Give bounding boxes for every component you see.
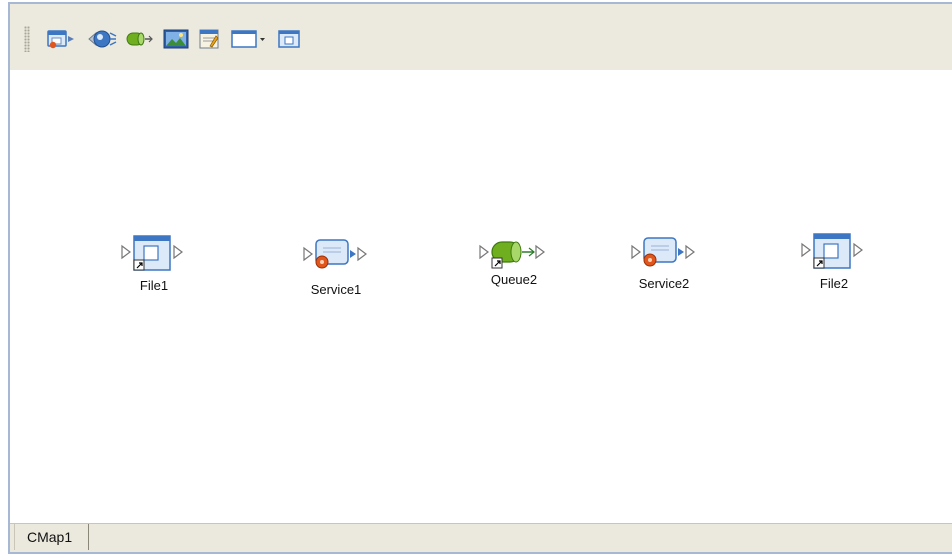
file-icon <box>801 233 863 269</box>
component-label: File2 <box>819 276 849 291</box>
service-icon <box>631 237 695 267</box>
service-icon <box>88 30 117 48</box>
component-queue2[interactable]: Queue2 <box>474 234 554 287</box>
window-icon <box>278 30 300 48</box>
tab-cmap1[interactable]: CMap1 <box>14 524 90 550</box>
notes-button[interactable] <box>196 28 222 50</box>
queue-button[interactable] <box>124 28 154 50</box>
queue-icon <box>126 32 153 46</box>
editor-tab-bar: CMap1 <box>10 523 952 552</box>
component-file2[interactable]: File2 <box>794 230 874 291</box>
notes-icon <box>199 29 219 49</box>
image-icon <box>163 29 189 49</box>
component-service2[interactable]: Service2 <box>624 234 704 291</box>
file-icon <box>121 235 183 271</box>
component-label: Service2 <box>638 276 690 291</box>
component-label: Service1 <box>310 282 362 297</box>
file-external-button[interactable] <box>46 28 76 50</box>
connectivity-map-canvas[interactable]: File1 Service1 Queue2 Service2 File2 <box>10 70 952 524</box>
window-dropdown-button[interactable] <box>230 28 268 50</box>
queue-icon <box>479 241 545 269</box>
component-service1[interactable]: Service1 <box>296 236 376 297</box>
file-external-icon <box>47 30 74 49</box>
window-dropdown-icon <box>231 30 265 48</box>
toolbar-grip[interactable] <box>24 26 30 52</box>
image-button[interactable] <box>162 28 190 50</box>
service-icon <box>303 239 367 269</box>
service-button[interactable] <box>86 28 118 50</box>
component-label: File1 <box>139 278 169 293</box>
editor-frame: File1 Service1 Queue2 Service2 File2 CMa… <box>8 2 952 554</box>
component-file1[interactable]: File1 <box>114 232 194 293</box>
window-button[interactable] <box>276 28 302 50</box>
toolbar <box>10 4 952 71</box>
